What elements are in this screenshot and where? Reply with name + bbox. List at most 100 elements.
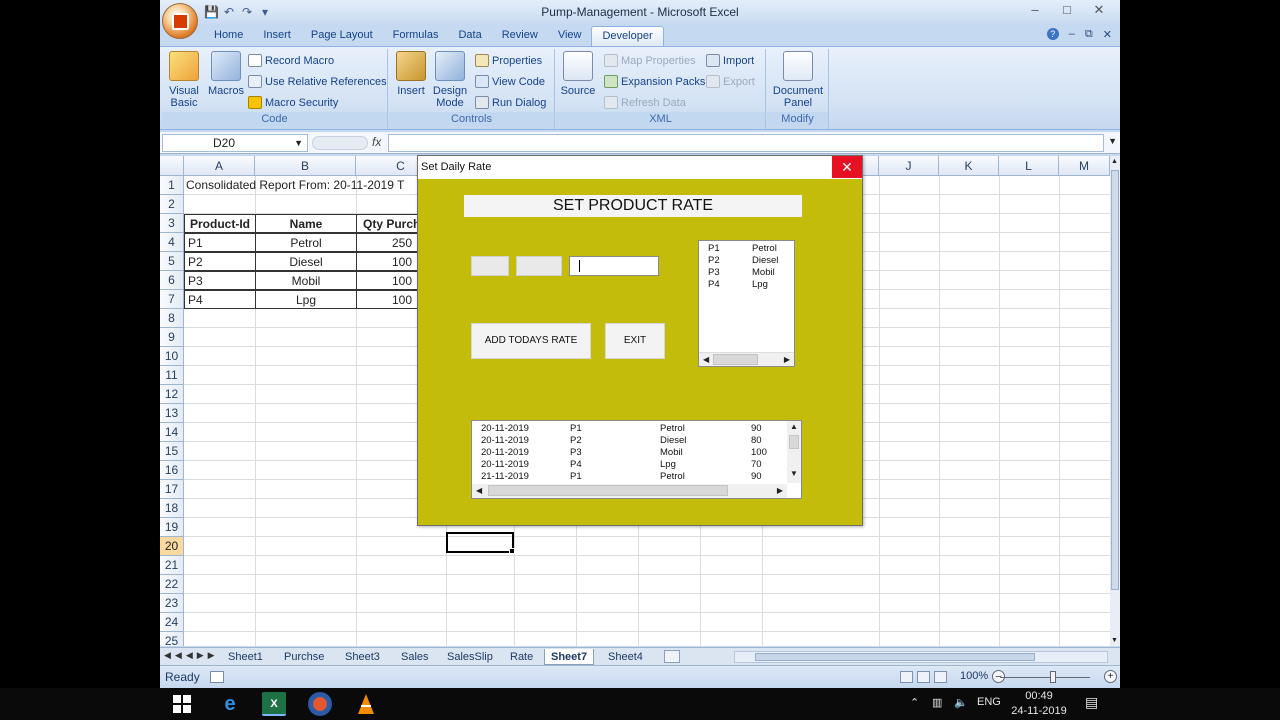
view-code-button[interactable]: View Code [475,75,545,88]
app-icon[interactable] [308,692,332,716]
network-icon[interactable]: ▥ [932,696,942,709]
list-item[interactable]: P3 [570,447,582,459]
list-item[interactable]: 21-11-2019 [481,471,529,483]
close-button[interactable]: ✕ [1092,2,1106,18]
list-item[interactable]: 20-11-2019 [481,423,529,435]
list-item[interactable]: P3 [708,267,720,279]
sheet-nav-icons[interactable]: ◀◀◀▶▶ [164,650,219,661]
table-row[interactable]: P2 [184,252,256,271]
sheet-tab-sheet3[interactable]: Sheet3 [339,649,386,665]
list-item[interactable]: P1 [708,243,720,255]
product-listbox[interactable]: P1 Petrol P2 Diesel P3 Mobil P4 Lpg ◀ ▶ [698,240,795,367]
row-header[interactable]: 7 [160,290,184,309]
product-list-hscroll[interactable]: ◀ ▶ [699,352,794,366]
tab-data[interactable]: Data [448,26,491,46]
system-clock[interactable]: 00:49 24-11-2019 [1010,688,1068,719]
table-row[interactable]: 100 [356,252,426,271]
tab-home[interactable]: Home [204,26,253,46]
help-icon[interactable]: ? [1046,28,1059,40]
table-row[interactable]: Petrol [255,233,357,252]
list-item[interactable]: P2 [708,255,720,267]
sheet-tab-sales[interactable]: Sales [395,649,435,665]
row-header[interactable]: 9 [160,328,184,347]
map-properties-button[interactable]: Map Properties [604,54,696,67]
horizontal-scrollbar[interactable] [734,651,1108,663]
import-button[interactable]: Import [706,54,754,67]
list-item[interactable]: Mobil [660,447,683,459]
relative-references-button[interactable]: Use Relative References [248,75,387,88]
table-row[interactable]: 100 [356,271,426,290]
col-header-m[interactable]: M [1059,156,1110,176]
list-item[interactable]: 20-11-2019 [481,459,529,471]
row-header[interactable]: 15 [160,442,184,461]
fill-handle[interactable] [509,548,515,554]
select-all-corner[interactable] [160,156,184,176]
tab-developer[interactable]: Developer [591,26,664,46]
table-row[interactable]: 100 [356,290,426,309]
normal-view-button[interactable] [900,671,913,683]
volume-icon[interactable]: 🔈 [954,696,968,709]
table-row[interactable]: Lpg [255,290,357,309]
list-item[interactable]: Lpg [752,279,768,291]
list-item[interactable]: P4 [708,279,720,291]
minimize-button[interactable]: – [1028,2,1042,18]
table-row[interactable]: Mobil [255,271,357,290]
row-header[interactable]: 19 [160,518,184,537]
list-item[interactable]: Diesel [752,255,778,267]
list-item[interactable]: P2 [570,435,582,447]
horizontal-scroll-thumb[interactable] [755,653,1035,661]
zoom-slider[interactable] [1000,677,1090,678]
properties-button[interactable]: Properties [475,54,542,67]
vertical-scroll-thumb[interactable] [1111,170,1119,590]
list-item[interactable]: P1 [570,471,582,483]
zoom-level[interactable]: 100% [960,670,988,682]
scroll-right-icon[interactable]: ▶ [784,355,790,364]
workbook-close-button[interactable]: ✕ [1103,28,1112,41]
rates-list-hscroll[interactable]: ◀ ▶ [472,484,787,498]
scroll-left-icon[interactable]: ◀ [703,355,709,364]
sheet-tab-purchse[interactable]: Purchse [278,649,330,665]
selected-cell-d20[interactable] [446,532,514,553]
row-header[interactable]: 21 [160,556,184,575]
table-row[interactable]: P1 [184,233,256,252]
windows-start-icon[interactable] [170,692,194,716]
rates-list-hscroll-thumb[interactable] [488,485,728,496]
tab-page-layout[interactable]: Page Layout [301,26,383,46]
formula-input[interactable] [388,134,1104,152]
list-item[interactable]: 20-11-2019 [481,447,529,459]
row-header[interactable]: 2 [160,195,184,214]
list-item[interactable]: Petrol [660,471,685,483]
refresh-data-button[interactable]: Refresh Data [604,96,686,109]
row-header[interactable]: 1 [160,176,184,195]
list-item[interactable]: Lpg [660,459,676,471]
table-row[interactable]: 250 [356,233,426,252]
list-item[interactable]: Petrol [660,423,685,435]
run-dialog-button[interactable]: Run Dialog [475,96,546,109]
header-product-id[interactable]: Product-Id [184,214,256,233]
design-mode-button[interactable]: Design Mode [431,51,469,109]
list-item[interactable]: 90 [751,423,762,435]
list-item[interactable]: 80 [751,435,762,447]
list-item[interactable]: Petrol [752,243,777,255]
row-header[interactable]: 25 [160,632,184,646]
insert-sheet-icon[interactable] [664,650,680,663]
insert-function-icon[interactable]: fx [372,135,381,149]
list-item[interactable]: 90 [751,471,762,483]
tab-insert[interactable]: Insert [253,26,301,46]
language-indicator[interactable]: ENG [977,696,1001,708]
scroll-down-icon[interactable]: ▼ [790,469,798,478]
exit-button[interactable]: EXIT [605,323,665,359]
page-layout-view-button[interactable] [917,671,930,683]
show-hidden-icons[interactable]: ⌃ [910,696,919,709]
edge-browser-icon[interactable]: e [218,692,242,716]
row-header[interactable]: 23 [160,594,184,613]
sheet-tab-salesslip[interactable]: SalesSlip [441,649,499,665]
row-header[interactable]: 20 [160,537,184,556]
row-header[interactable]: 14 [160,423,184,442]
col-header-k[interactable]: K [939,156,999,176]
record-macro-button[interactable]: Record Macro [248,54,334,67]
row-header[interactable]: 5 [160,252,184,271]
office-button[interactable] [162,3,198,39]
insert-control-button[interactable]: Insert [393,51,429,97]
scroll-up-icon[interactable]: ▲ [790,422,798,431]
